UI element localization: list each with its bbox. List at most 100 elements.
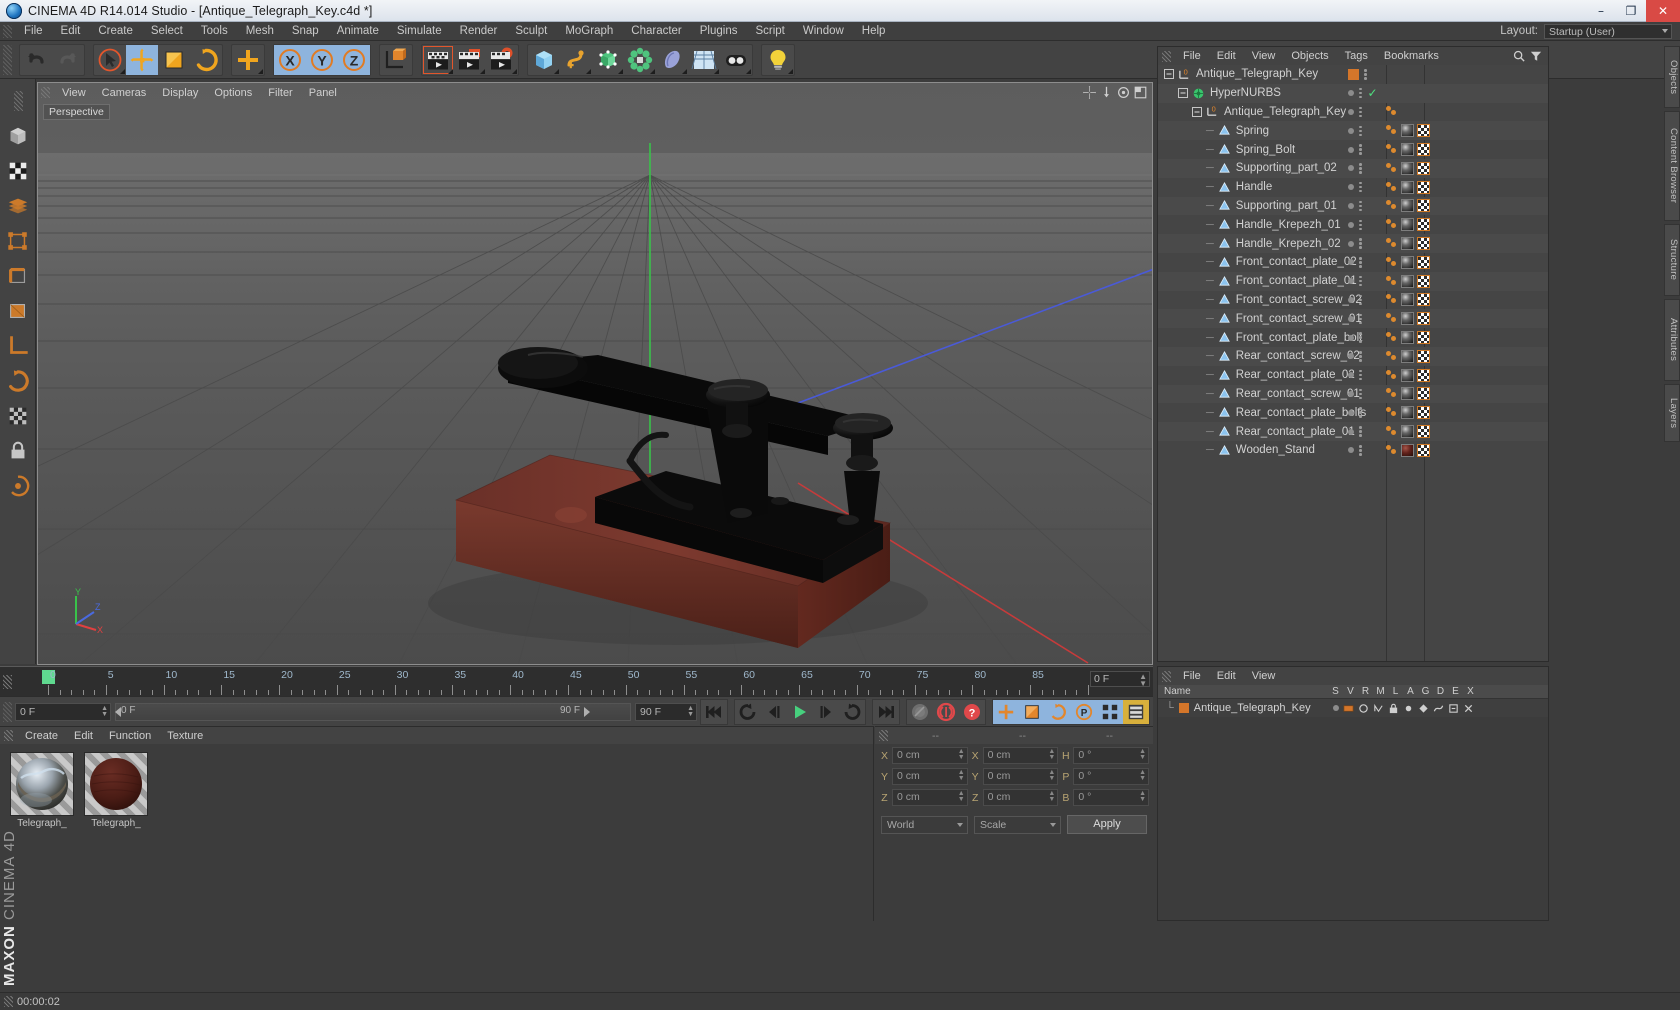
layout-select[interactable]: Startup (User) [1544, 23, 1672, 39]
menu-simulate[interactable]: Simulate [388, 22, 451, 41]
coord-input-size-y[interactable]: 0 cm ▲ ▼ [982, 768, 1059, 785]
light-object-button[interactable] [762, 45, 794, 75]
coord-input-rot-p[interactable]: 0 ° ▲ ▼ [1073, 768, 1150, 785]
material-menu-function[interactable]: Function [101, 730, 159, 742]
object-dots-icon[interactable] [1359, 200, 1362, 212]
menubar-grip[interactable] [3, 24, 12, 38]
material-tag-icon[interactable] [1401, 199, 1414, 213]
object-visibility-dot[interactable] [1348, 315, 1354, 322]
menu-render[interactable]: Render [451, 22, 507, 41]
material-tag-icon[interactable] [1401, 143, 1414, 157]
object-menu-file[interactable]: File [1175, 50, 1209, 62]
texture-tag-icon[interactable] [1417, 349, 1430, 363]
material-tag-icon[interactable] [1401, 161, 1414, 175]
object-dots-icon[interactable] [1359, 219, 1362, 231]
object-dots-icon[interactable] [1364, 69, 1367, 80]
layer-column-header[interactable]: D [1433, 686, 1448, 697]
object-visibility-dot[interactable] [1348, 334, 1354, 341]
viewport-menu-panel[interactable]: Panel [301, 87, 345, 99]
scrubber-left-arrow-icon[interactable] [115, 706, 121, 717]
object-dots-icon[interactable] [1359, 407, 1362, 418]
layer-column-header[interactable]: Name [1158, 686, 1328, 697]
attribute-menu-view[interactable]: View [1244, 670, 1284, 682]
layer-xref-toggle[interactable] [1463, 703, 1478, 714]
object-dots-tag-icon[interactable] [1386, 444, 1398, 457]
expander-collapse-icon[interactable] [1164, 69, 1174, 80]
texture-mode-button[interactable] [2, 189, 34, 223]
viewport-menu-options[interactable]: Options [206, 87, 260, 99]
object-row[interactable]: ─ Handle_Krepezh_02 [1158, 234, 1548, 253]
palette-grip[interactable] [2, 84, 34, 118]
object-dots-icon[interactable] [1359, 144, 1362, 155]
object-visibility-dot[interactable] [1348, 90, 1354, 97]
layer-deformers-toggle[interactable] [1433, 703, 1448, 714]
object-visibility-dot[interactable] [1348, 184, 1354, 191]
texture-tag-icon[interactable] [1417, 143, 1430, 157]
goto-next-key-button[interactable] [839, 700, 865, 724]
render-region-button[interactable] [454, 45, 486, 75]
layer-color-swatch[interactable] [1178, 703, 1189, 713]
z-axis-lock-button[interactable]: Z [338, 44, 370, 75]
rotate-tool-button[interactable] [190, 45, 222, 75]
timeline-frame-field[interactable]: 0 F ▲ ▼ [1090, 671, 1150, 688]
object-dots-tag-icon[interactable] [1386, 181, 1398, 194]
tab-layers[interactable]: Layers [1664, 384, 1680, 442]
object-row[interactable]: ─ Front_contact_screw_01 [1158, 309, 1548, 329]
close-button[interactable]: ✕ [1646, 0, 1680, 22]
world-object-coordinates-button[interactable] [380, 45, 412, 75]
object-dots-tag-icon[interactable] [1386, 387, 1398, 400]
object-dots-icon[interactable] [1359, 238, 1362, 249]
transport-grip[interactable] [3, 701, 12, 722]
texture-tag-icon[interactable] [1417, 218, 1430, 232]
layer-column-header[interactable]: E [1448, 686, 1463, 697]
material-tag-icon[interactable] [1401, 180, 1414, 194]
object-row[interactable]: ─ Rear_contact_plate_01 [1158, 422, 1548, 441]
object-visibility-dot[interactable] [1348, 296, 1354, 303]
object-dots-tag-icon[interactable] [1386, 256, 1398, 269]
object-dots-tag-icon[interactable] [1386, 199, 1398, 212]
menu-sculpt[interactable]: Sculpt [506, 22, 556, 41]
zoom-view-icon[interactable] [1100, 86, 1113, 99]
object-menu-objects[interactable]: Objects [1283, 50, 1336, 62]
texture-tag-icon[interactable] [1417, 331, 1430, 345]
menu-create[interactable]: Create [89, 22, 142, 41]
layer-generators-toggle[interactable] [1418, 703, 1433, 714]
play-button[interactable] [787, 700, 813, 724]
menu-character[interactable]: Character [622, 22, 691, 41]
coord-input-pos-z[interactable]: 0 cm ▲ ▼ [892, 789, 968, 806]
menu-plugins[interactable]: Plugins [691, 22, 747, 41]
material-menu-edit[interactable]: Edit [66, 730, 101, 742]
texture-tag-icon[interactable] [1417, 199, 1430, 213]
viewport-menu-cameras[interactable]: Cameras [94, 87, 155, 99]
add-object-button[interactable] [232, 45, 264, 75]
status-grip[interactable] [4, 996, 13, 1007]
key-timeline-button[interactable] [1123, 699, 1149, 724]
layer-view-toggle[interactable] [1343, 703, 1358, 714]
coordinate-mode-select[interactable]: Scale [974, 815, 1061, 834]
y-axis-lock-button[interactable]: Y [306, 44, 338, 75]
object-dots-icon[interactable] [1359, 313, 1362, 324]
layer-solo-toggle[interactable] [1328, 702, 1343, 714]
play-forwards-button[interactable] [813, 700, 839, 724]
object-row[interactable]: ─ Handle_Krepezh_01 [1158, 215, 1548, 234]
object-row[interactable]: ─ Front_contact_screw_02 [1158, 291, 1548, 310]
layer-expressions-toggle[interactable] [1448, 703, 1463, 714]
material-tag-icon[interactable] [1401, 255, 1414, 269]
object-row[interactable]: 0 Antique_Telegraph_Key [1158, 65, 1548, 84]
object-dots-icon[interactable] [1359, 181, 1362, 193]
object-dots-icon[interactable] [1359, 257, 1362, 268]
object-visibility-dot[interactable] [1348, 353, 1354, 360]
layer-column-header[interactable]: V [1343, 686, 1358, 697]
material-tag-icon[interactable] [1401, 274, 1414, 288]
object-menu-view[interactable]: View [1244, 50, 1284, 62]
texture-tag-icon[interactable] [1417, 387, 1430, 401]
object-row[interactable]: 0 Antique_Telegraph_Key [1158, 103, 1548, 122]
object-menu-edit[interactable]: Edit [1209, 50, 1244, 62]
keyframe-selection-button[interactable]: ? [959, 700, 985, 724]
layer-render-toggle[interactable] [1358, 703, 1373, 714]
texture-tag-icon[interactable] [1417, 237, 1430, 251]
object-layer-color[interactable] [1348, 68, 1359, 80]
timeline-ruler[interactable]: 051015202530354045505560657075808590 0 F… [0, 666, 1153, 696]
object-visibility-dot[interactable] [1348, 447, 1354, 454]
object-grip[interactable] [1162, 50, 1171, 62]
